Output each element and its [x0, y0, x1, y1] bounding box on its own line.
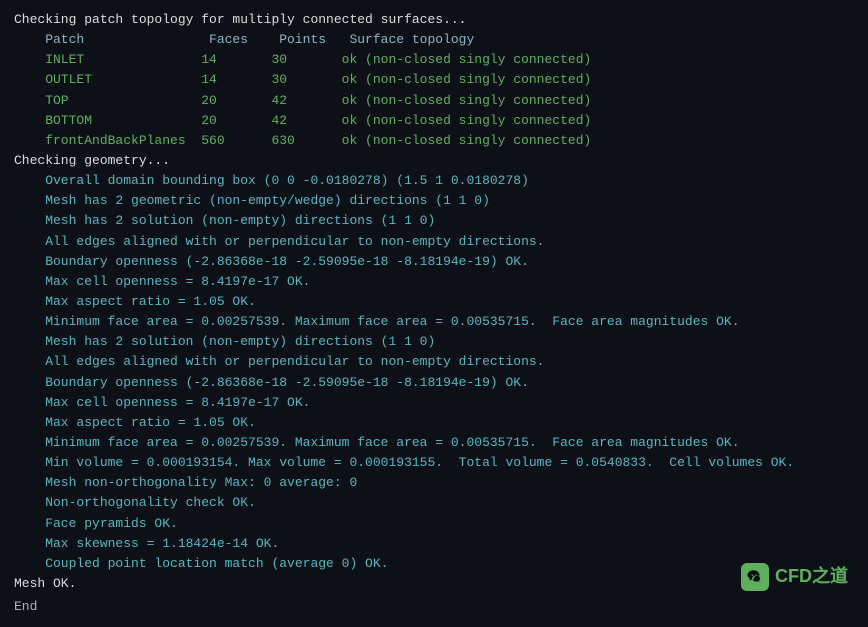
terminal-line: OUTLET 14 30 ok (non-closed singly conne…	[14, 70, 854, 90]
terminal-line: Minimum face area = 0.00257539. Maximum …	[14, 312, 854, 332]
end-line: End	[14, 597, 37, 617]
terminal-line: Checking patch topology for multiply con…	[14, 10, 854, 30]
terminal-line: Max aspect ratio = 1.05 OK.	[14, 292, 854, 312]
watermark-text: CFD之道	[775, 563, 848, 591]
terminal-line: All edges aligned with or perpendicular …	[14, 352, 854, 372]
terminal-line: Minimum face area = 0.00257539. Maximum …	[14, 433, 854, 453]
terminal-line: Max cell openness = 8.4197e-17 OK.	[14, 393, 854, 413]
terminal-line: Max skewness = 1.18424e-14 OK.	[14, 534, 854, 554]
terminal-line: Patch Faces Points Surface topology	[14, 30, 854, 50]
terminal-line: Mesh has 2 solution (non-empty) directio…	[14, 211, 854, 231]
terminal-line: BOTTOM 20 42 ok (non-closed singly conne…	[14, 111, 854, 131]
terminal-line: Mesh has 2 geometric (non-empty/wedge) d…	[14, 191, 854, 211]
wechat-icon	[741, 563, 769, 591]
watermark: CFD之道	[741, 563, 848, 591]
terminal-line: Checking geometry...	[14, 151, 854, 171]
terminal-line: Non-orthogonality check OK.	[14, 493, 854, 513]
terminal-line: Overall domain bounding box (0 0 -0.0180…	[14, 171, 854, 191]
terminal-line: Mesh non-orthogonality Max: 0 average: 0	[14, 473, 854, 493]
terminal-line: INLET 14 30 ok (non-closed singly connec…	[14, 50, 854, 70]
terminal-line: Boundary openness (-2.86368e-18 -2.59095…	[14, 252, 854, 272]
terminal-line: Mesh OK.	[14, 574, 854, 594]
terminal-window: Checking patch topology for multiply con…	[0, 0, 868, 627]
output-area: Checking patch topology for multiply con…	[14, 10, 854, 594]
terminal-line: Face pyramids OK.	[14, 514, 854, 534]
terminal-line: Max aspect ratio = 1.05 OK.	[14, 413, 854, 433]
terminal-line: Mesh has 2 solution (non-empty) directio…	[14, 332, 854, 352]
terminal-line: Max cell openness = 8.4197e-17 OK.	[14, 272, 854, 292]
terminal-line: Coupled point location match (average 0)…	[14, 554, 854, 574]
terminal-line: Min volume = 0.000193154. Max volume = 0…	[14, 453, 854, 473]
terminal-line: Boundary openness (-2.86368e-18 -2.59095…	[14, 373, 854, 393]
terminal-line: frontAndBackPlanes 560 630 ok (non-close…	[14, 131, 854, 151]
terminal-line: All edges aligned with or perpendicular …	[14, 232, 854, 252]
terminal-line: TOP 20 42 ok (non-closed singly connecte…	[14, 91, 854, 111]
